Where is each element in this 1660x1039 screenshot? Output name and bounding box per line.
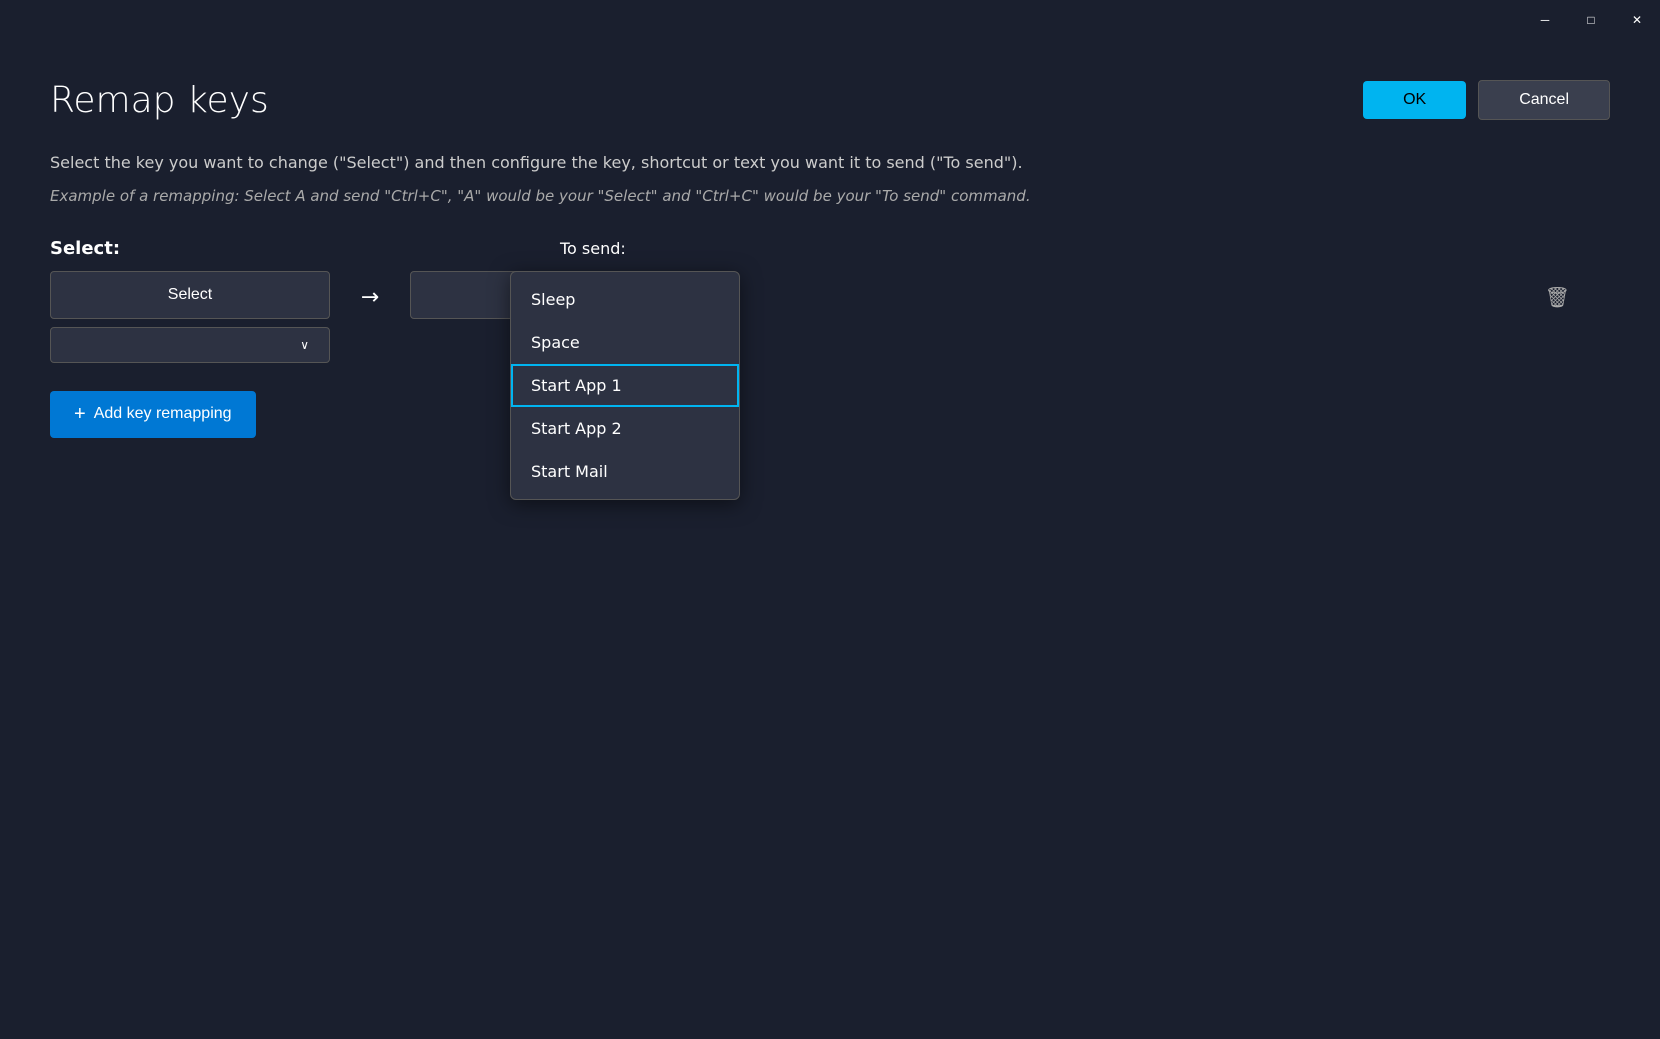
dropdown-item-start-app-1[interactable]: Start App 1 — [511, 364, 739, 407]
description-text: Select the key you want to change ("Sele… — [50, 151, 1610, 175]
dropdown-item-label: Start App 1 — [531, 376, 622, 395]
dropdown-item-label: Space — [531, 333, 580, 352]
plus-icon: + — [74, 403, 86, 426]
to-send-column-header: To send: — [560, 239, 626, 258]
close-button[interactable]: ✕ — [1614, 0, 1660, 40]
dropdown-item-label: Sleep — [531, 290, 575, 309]
select-sub-dropdown[interactable]: ∨ — [50, 327, 330, 363]
maximize-button[interactable]: □ — [1568, 0, 1614, 40]
dropdown-item-label: Start App 2 — [531, 419, 622, 438]
dropdown-item-space[interactable]: Space — [511, 321, 739, 364]
dropdown-item-start-mail[interactable]: Start Mail — [511, 450, 739, 493]
chevron-down-icon: ∨ — [300, 338, 309, 352]
select-column-header: Select: — [50, 238, 480, 259]
select-group: Select ∨ — [50, 271, 330, 363]
add-key-remapping-button[interactable]: + Add key remapping — [50, 391, 256, 438]
example-text: Example of a remapping: Select A and sen… — [50, 185, 1610, 208]
page-title: Remap keys — [50, 80, 269, 121]
minimize-icon: ─ — [1541, 13, 1550, 27]
column-headers: Select: To send: — [50, 238, 1610, 259]
dropdown-item-label: Start Mail — [531, 462, 608, 481]
maximize-icon: □ — [1587, 13, 1594, 27]
close-icon: ✕ — [1632, 13, 1642, 27]
ok-button[interactable]: OK — [1363, 81, 1466, 119]
header-buttons: OK Cancel — [1363, 80, 1610, 120]
main-content: Remap keys OK Cancel Select the key you … — [0, 40, 1660, 1039]
delete-icon: 🗑 — [1545, 287, 1570, 309]
header-row: Remap keys OK Cancel — [50, 80, 1610, 121]
delete-remap-button[interactable]: 🗑 — [1545, 285, 1570, 310]
cancel-button[interactable]: Cancel — [1478, 80, 1610, 120]
dropdown-item-sleep[interactable]: Sleep — [511, 278, 739, 321]
dropdown-item-start-app-2[interactable]: Start App 2 — [511, 407, 739, 450]
select-key-button[interactable]: Select — [50, 271, 330, 319]
add-remap-label: Add key remapping — [94, 405, 232, 423]
arrow-icon: → — [330, 271, 410, 310]
minimize-button[interactable]: ─ — [1522, 0, 1568, 40]
titlebar: ─ □ ✕ — [1522, 0, 1660, 40]
dropdown-menu: Sleep Space Start App 1 Start App 2 Star… — [510, 271, 740, 500]
